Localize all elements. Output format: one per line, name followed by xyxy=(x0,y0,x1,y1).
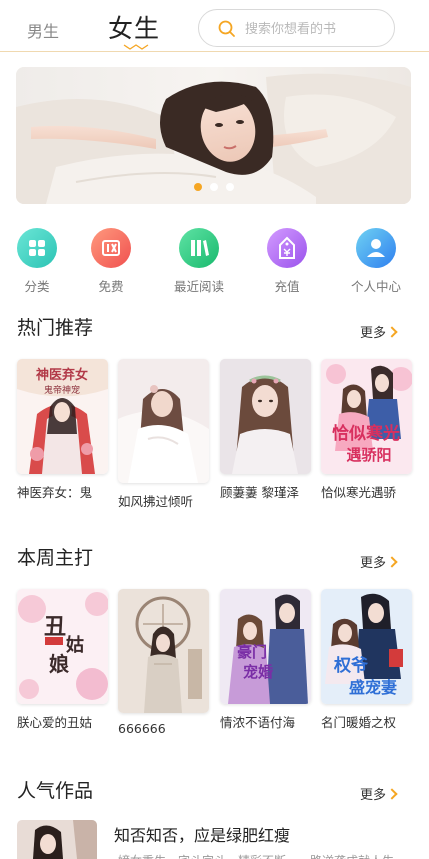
carousel-dot-1[interactable] xyxy=(194,183,202,191)
book-cover: 豪门 宠婚 xyxy=(220,589,311,704)
search-input[interactable] xyxy=(245,19,385,39)
section-title-weekly: 本周主打 xyxy=(17,547,94,569)
more-link-weekly[interactable]: 更多 xyxy=(360,552,398,571)
popular-book-desc: 嫡女重生，宅斗宫斗，精彩不断，一路逆袭成就人生 xyxy=(118,852,418,859)
svg-text:娘: 娘 xyxy=(49,652,69,676)
book-cover xyxy=(220,359,311,474)
book-card[interactable]: 666666 xyxy=(118,589,209,736)
svg-text:丑: 丑 xyxy=(44,614,66,640)
chevron-right-icon xyxy=(386,788,398,800)
book-cover: 权爷 盛宠妻 xyxy=(321,589,412,704)
book-title: 名门暖婚之权 xyxy=(321,715,397,730)
free-tag-icon xyxy=(91,228,131,268)
svg-text:神医弃女: 神医弃女 xyxy=(36,367,88,383)
quick-label-free: 免费 xyxy=(98,279,124,294)
book-card[interactable]: 顾萋萋 黎瑾泽 xyxy=(220,359,311,501)
top-bar: 男生 女生 xyxy=(0,0,429,52)
carousel-dot-3[interactable] xyxy=(226,183,234,191)
price-tag-icon xyxy=(267,228,307,268)
book-title: 顾萋萋 黎瑾泽 xyxy=(220,485,299,500)
book-cover xyxy=(118,359,209,483)
more-label: 更多 xyxy=(360,556,387,571)
grid-icon xyxy=(17,228,57,268)
book-cover: 神医弃女 鬼帝神宠 xyxy=(17,359,108,474)
book-card[interactable]: 神医弃女 鬼帝神宠 神医弃女：鬼 xyxy=(17,359,108,501)
book-title: 情浓不语付海 xyxy=(220,715,296,730)
active-tab-indicator xyxy=(123,44,149,50)
quick-label-recent: 最近阅读 xyxy=(173,279,224,294)
svg-text:恰似寒光: 恰似寒光 xyxy=(332,423,400,444)
book-title: 神医弃女：鬼 xyxy=(17,485,93,500)
carousel-dot-2[interactable] xyxy=(210,183,218,191)
book-card[interactable]: 恰似寒光 遇骄阳 恰似寒光遇骄 xyxy=(321,359,412,501)
quick-item-recharge[interactable]: 充值 xyxy=(252,226,322,295)
tab-male[interactable]: 男生 xyxy=(27,18,59,42)
banner-carousel[interactable] xyxy=(16,67,411,204)
book-cover: 恰似寒光 遇骄阳 xyxy=(321,359,412,474)
quick-item-recent[interactable]: 最近阅读 xyxy=(164,226,234,295)
svg-text:权爷: 权爷 xyxy=(333,655,369,676)
carousel-indicator xyxy=(194,183,254,193)
chevron-right-icon xyxy=(386,556,398,568)
quick-item-category[interactable]: 分类 xyxy=(2,226,72,295)
svg-text:豪门: 豪门 xyxy=(237,643,267,661)
book-card[interactable]: 如风拂过倾听 xyxy=(118,359,209,510)
book-title: 如风拂过倾听 xyxy=(118,494,194,509)
quick-label-recharge: 充值 xyxy=(274,279,300,294)
quick-label-category: 分类 xyxy=(24,279,50,294)
more-label: 更多 xyxy=(360,326,387,341)
chevron-right-icon xyxy=(386,326,398,338)
book-cover: 丑 姑 娘 xyxy=(17,589,108,704)
quick-item-free[interactable]: 免费 xyxy=(76,226,146,295)
book-title: 朕心爱的丑姑 xyxy=(17,715,93,730)
svg-text:遇骄阳: 遇骄阳 xyxy=(346,446,391,464)
svg-text:盛宠妻: 盛宠妻 xyxy=(349,678,397,697)
section-title-hot: 热门推荐 xyxy=(17,317,94,339)
user-icon xyxy=(356,228,396,268)
svg-text:鬼帝神宠: 鬼帝神宠 xyxy=(44,384,80,396)
tab-female[interactable]: 女生 xyxy=(108,9,160,45)
quick-item-profile[interactable]: 个人中心 xyxy=(341,226,411,295)
book-title: 恰似寒光遇骄 xyxy=(321,485,397,500)
book-card[interactable]: 丑 姑 娘 朕心爱的丑姑 xyxy=(17,589,108,731)
book-cover xyxy=(118,589,209,713)
svg-text:宠婚: 宠婚 xyxy=(243,663,273,681)
search-icon xyxy=(218,20,235,37)
more-link-hot[interactable]: 更多 xyxy=(360,322,398,341)
more-label: 更多 xyxy=(360,788,387,803)
books-icon xyxy=(179,228,219,268)
section-title-popular: 人气作品 xyxy=(17,780,94,802)
search-box[interactable] xyxy=(198,9,395,47)
book-card[interactable]: 权爷 盛宠妻 名门暖婚之权 xyxy=(321,589,412,731)
more-link-popular[interactable]: 更多 xyxy=(360,784,398,803)
book-title: 666666 xyxy=(118,721,166,736)
book-card[interactable]: 豪门 宠婚 情浓不语付海 xyxy=(220,589,311,731)
popular-book-cover[interactable] xyxy=(17,820,97,859)
quick-menu: 分类 免费 最近阅读 充值 个人中心 xyxy=(0,226,429,296)
popular-book-title[interactable]: 知否知否，应是绿肥红瘦 xyxy=(114,822,290,846)
quick-label-profile: 个人中心 xyxy=(350,279,401,294)
